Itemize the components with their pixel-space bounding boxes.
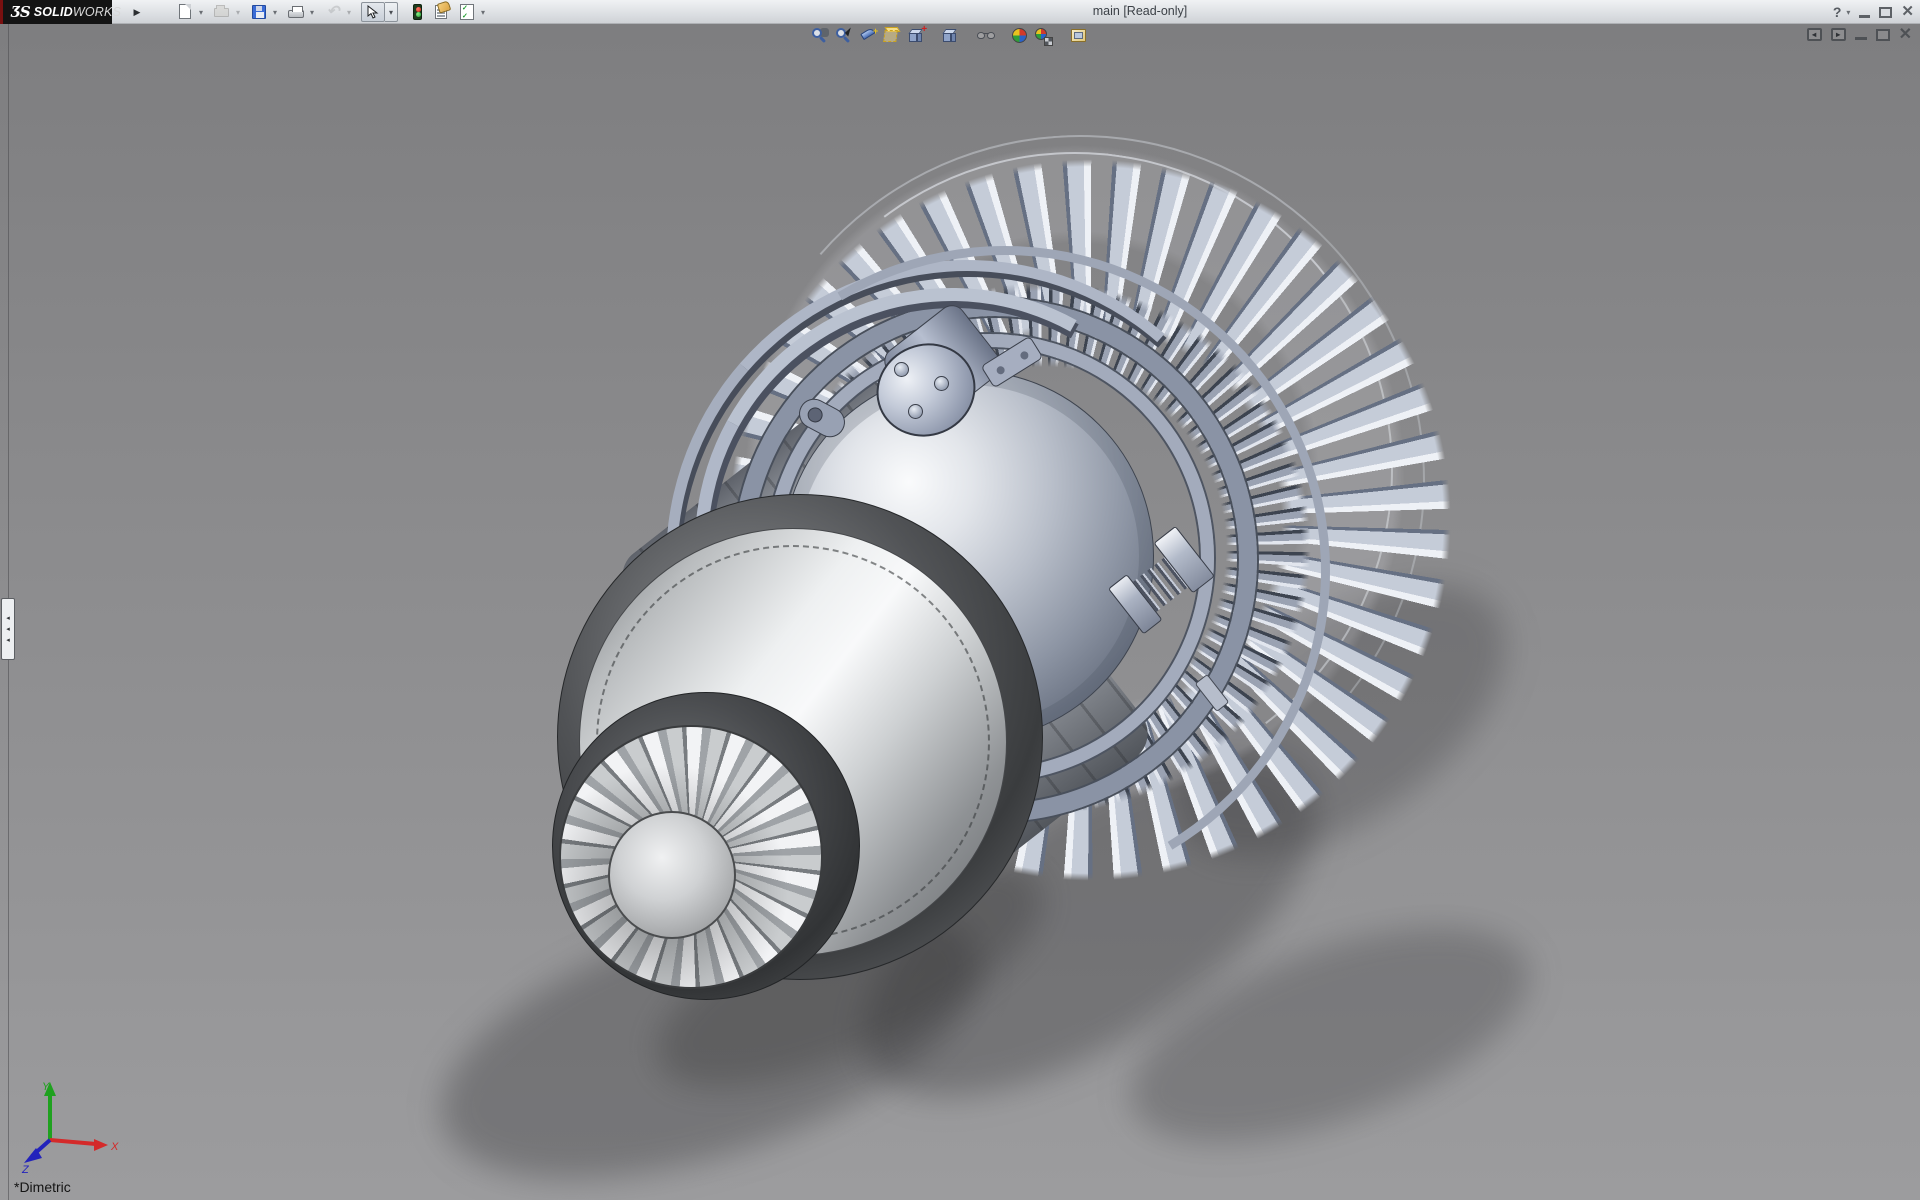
coordinate-triad: Y X Z xyxy=(14,1078,124,1174)
file-properties-button[interactable] xyxy=(433,3,451,21)
help-button[interactable]: ? xyxy=(1833,4,1842,20)
save-floppy-icon xyxy=(250,3,268,21)
new-document-dropdown[interactable]: ▾ xyxy=(196,8,206,17)
options-checklist-icon: ✓✓ xyxy=(458,3,476,21)
save-dropdown[interactable]: ▾ xyxy=(270,8,280,17)
view-orientation-icon[interactable] xyxy=(882,26,902,46)
jet-engine-model[interactable] xyxy=(0,24,1920,1200)
hide-show-items-icon[interactable] xyxy=(976,26,996,46)
save-button[interactable]: ▾ xyxy=(250,3,280,21)
document-restore-button[interactable] xyxy=(1876,29,1890,41)
triad-y-label: Y xyxy=(42,1081,50,1093)
solidworks-logo-text-light: WORKS xyxy=(73,5,121,19)
new-document-icon xyxy=(176,3,194,21)
open-folder-icon xyxy=(213,3,231,21)
open-dropdown[interactable]: ▾ xyxy=(233,8,243,17)
handle-arrow-icon: ◂ xyxy=(6,615,10,622)
section-view-icon[interactable]: + xyxy=(858,26,878,46)
standard-toolbar: ▾ ▾ ▾ ▾ ↶ ▾ ▾ xyxy=(176,0,495,24)
3d-viewport[interactable]: ◂ ▸ ✕ + + ◂ ◂ ◂ xyxy=(0,24,1920,1200)
select-button[interactable]: ▾ xyxy=(361,2,398,22)
minimize-button[interactable] xyxy=(1859,15,1870,18)
select-dropdown[interactable]: ▾ xyxy=(385,2,398,22)
solidworks-logo-mark-icon: ƷS xyxy=(11,3,30,21)
view-orientation-label: *Dimetric xyxy=(14,1179,71,1195)
collapse-pane-right-button[interactable]: ▸ xyxy=(1831,28,1846,41)
view-settings-icon[interactable] xyxy=(1069,26,1089,46)
print-dropdown[interactable]: ▾ xyxy=(307,8,317,17)
triad-z-label: Z xyxy=(21,1164,30,1174)
solidworks-logo: ƷS SOLID WORKS xyxy=(0,0,112,24)
headsup-view-toolbar: + + xyxy=(810,26,1093,46)
handle-arrow-icon: ◂ xyxy=(6,626,10,633)
zoom-to-area-icon[interactable] xyxy=(834,26,854,46)
open-button[interactable]: ▾ xyxy=(213,3,243,21)
undo-dropdown[interactable]: ▾ xyxy=(344,8,354,17)
menu-flyout-arrow[interactable]: ▶ xyxy=(130,3,144,21)
rebuild-traffic-light-icon xyxy=(408,3,426,21)
handle-arrow-icon: ◂ xyxy=(6,637,10,644)
print-button[interactable]: ▾ xyxy=(287,3,317,21)
restore-button[interactable] xyxy=(1879,7,1892,18)
undo-icon: ↶ xyxy=(324,3,342,21)
new-document-button[interactable]: ▾ xyxy=(176,3,206,21)
document-close-button[interactable]: ✕ xyxy=(1899,28,1912,41)
window-title: main [Read-only] xyxy=(1040,4,1240,18)
collapse-pane-left-button[interactable]: ◂ xyxy=(1807,28,1822,41)
options-button[interactable]: ✓✓ ▾ xyxy=(458,3,488,21)
feature-tree-collapse-handle[interactable]: ◂ ◂ ◂ xyxy=(1,598,15,660)
select-cursor-icon xyxy=(361,2,385,22)
shaft-hub xyxy=(608,811,736,939)
options-dropdown[interactable]: ▾ xyxy=(478,8,488,17)
apply-scene-icon[interactable] xyxy=(1033,26,1053,46)
document-minimize-button[interactable] xyxy=(1855,37,1867,40)
solidworks-logo-text-bold: SOLID xyxy=(34,5,73,19)
window-controls: ? ▾ ✕ xyxy=(1833,0,1914,24)
triad-x-label: X xyxy=(110,1141,119,1153)
display-style-icon[interactable]: + xyxy=(906,26,926,46)
document-window-controls: ◂ ▸ ✕ xyxy=(1807,28,1912,41)
bolt xyxy=(934,376,949,391)
file-properties-icon xyxy=(433,3,451,21)
triad-x-axis xyxy=(50,1140,96,1144)
help-dropdown[interactable]: ▾ xyxy=(1846,8,1850,17)
close-button[interactable]: ✕ xyxy=(1901,1,1914,23)
zoom-to-fit-icon[interactable] xyxy=(810,26,830,46)
edit-appearance-icon[interactable] xyxy=(1010,26,1030,46)
rebuild-button[interactable] xyxy=(408,3,426,21)
title-bar: ƷS SOLID WORKS ▶ ▾ ▾ ▾ ▾ ↶ ▾ ▾ xyxy=(0,0,1920,24)
triad-x-arrow xyxy=(94,1139,108,1151)
shaded-with-edges-icon[interactable] xyxy=(940,26,960,46)
bolt xyxy=(908,404,923,419)
undo-button[interactable]: ↶ ▾ xyxy=(324,3,354,21)
bolt xyxy=(894,362,909,377)
print-icon xyxy=(287,3,305,21)
